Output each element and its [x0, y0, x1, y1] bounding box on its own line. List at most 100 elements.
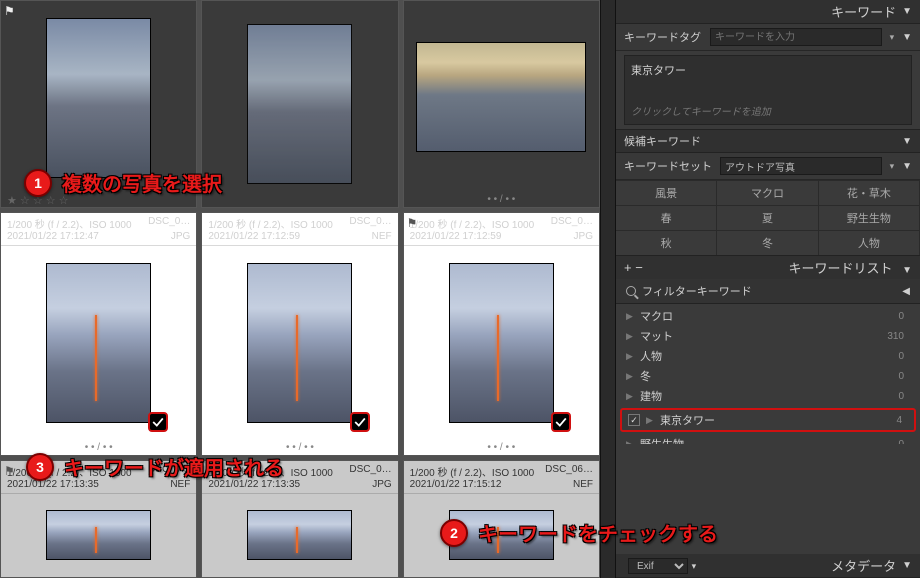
collapse-icon[interactable]: ▼ — [902, 136, 912, 147]
thumbnail-grid: ⚑ ★ ☆ ☆ ☆ ☆ • • / • • 1/200 秒 (f / 2.2)、… — [0, 0, 600, 578]
search-icon — [626, 286, 636, 296]
thumb-cell-selected[interactable]: 1/200 秒 (f / 2.2)、ISO 1000DSC_0… 2021/01… — [0, 212, 197, 455]
keyword-item[interactable]: ▶冬0 — [616, 366, 920, 386]
thumbnail-image — [247, 24, 352, 184]
keyword-item[interactable]: ▶マット310 — [616, 326, 920, 346]
scrollbar[interactable] — [600, 0, 616, 578]
keyword-filter-row[interactable]: フィルターキーワード ◀ — [616, 279, 920, 304]
keyword-name: マクロ — [640, 308, 892, 324]
exposure-text: 1/200 秒 (f / 2.2)、ISO 1000 — [208, 464, 333, 479]
keyword-item[interactable]: ▶ 建物 0 — [616, 386, 920, 406]
keywordset-cell[interactable]: 花・草木 — [819, 180, 920, 205]
expand-icon[interactable]: ▶ — [626, 331, 634, 342]
edit-badge-icon — [350, 412, 370, 432]
format-text: NEF — [372, 231, 392, 242]
thumb-cell[interactable] — [201, 0, 398, 208]
keyword-name: 野生生物 — [640, 436, 892, 444]
thumb-cell[interactable]: ⚑ ★ ☆ ☆ ☆ ☆ — [0, 0, 197, 208]
keywordset-cell[interactable]: 秋 — [616, 230, 717, 255]
filename-text: DSC_0… — [349, 464, 391, 479]
filename-text: DSC_0… — [551, 216, 593, 231]
remove-keyword-button[interactable]: − — [635, 260, 643, 275]
timestamp-text: 2021/01/22 17:12:59 — [410, 231, 502, 242]
expand-icon[interactable]: ▶ — [626, 439, 634, 445]
keywordset-cell[interactable]: マクロ — [717, 180, 818, 205]
collapse-icon[interactable]: ▼ — [902, 265, 912, 276]
keyword-count: 310 — [887, 331, 910, 342]
filter-label: フィルターキーワード — [642, 283, 752, 299]
keyword-name: 人物 — [640, 348, 892, 364]
dropdown-icon[interactable]: ▾ — [890, 161, 895, 172]
keywordset-label: キーワードセット — [624, 158, 712, 174]
expand-icon[interactable]: ▶ — [646, 415, 654, 426]
edit-badge-icon — [551, 412, 571, 432]
keyword-item[interactable]: ▶マクロ0 — [616, 306, 920, 326]
timestamp-text: 2021/01/22 17:12:59 — [208, 231, 300, 242]
thumbnail-image — [46, 263, 151, 423]
thumbnail-image — [46, 510, 151, 560]
panel-toggle-icon[interactable]: ▼ — [902, 32, 912, 43]
collapse-icon[interactable]: ◀ — [902, 286, 910, 297]
timestamp-text: 2021/01/22 17:15:12 — [410, 479, 502, 490]
format-text: NEF — [170, 479, 190, 490]
flag-icon: ⚑ — [407, 216, 418, 230]
exposure-text: 1/200 秒 (f / 2.2)、ISO 1000 — [410, 216, 535, 231]
keyword-name: 建物 — [640, 388, 892, 404]
collapse-icon[interactable]: ▼ — [902, 560, 912, 571]
nav-dots: • • / • • — [404, 440, 599, 455]
keyword-tag-input[interactable] — [710, 28, 882, 46]
panel-toggle-icon[interactable]: ▼ — [902, 161, 912, 172]
exposure-text: 1/200 秒 (f / 2.2)、ISO 1000 — [7, 216, 132, 231]
keyword-item[interactable]: ✓ ▶ 東京タワー 4 — [620, 408, 916, 432]
keyword-box[interactable]: 東京タワー クリックしてキーワードを追加 — [624, 55, 912, 125]
collapse-icon[interactable]: ▼ — [902, 6, 912, 17]
format-text: JPG — [574, 231, 593, 242]
panel-header-metadata[interactable]: Exif ▾ メタデータ ▼ — [616, 554, 920, 578]
keyword-item[interactable]: ▶人物0 — [616, 346, 920, 366]
keyword-add-placeholder[interactable]: クリックしてキーワードを追加 — [631, 103, 905, 118]
keyword-item[interactable]: ▶ 野生生物 0 — [616, 434, 920, 444]
keywordset-cell[interactable]: 風景 — [616, 180, 717, 205]
keywordset-grid: 風景 マクロ 花・草木 春 夏 野生生物 秋 冬 人物 — [616, 180, 920, 256]
thumbnail-image — [247, 510, 352, 560]
thumb-cell[interactable]: • • / • • — [403, 0, 600, 208]
expand-icon[interactable]: ▶ — [626, 311, 634, 322]
keywordset-cell[interactable]: 夏 — [717, 205, 818, 230]
keywordset-cell[interactable]: 人物 — [819, 230, 920, 255]
keyword-count: 0 — [898, 391, 910, 402]
keyword-name: 東京タワー — [660, 412, 890, 428]
dropdown-icon[interactable]: ▾ — [890, 32, 895, 43]
keywordset-cell[interactable]: 野生生物 — [819, 205, 920, 230]
panel-header-candidate[interactable]: 候補キーワード ▼ — [616, 129, 920, 153]
expand-icon[interactable]: ▶ — [626, 371, 634, 382]
thumb-cell-selected[interactable]: 1/200 秒 (f / 2.2)、ISO 1000DSC_0… 2021/01… — [201, 212, 398, 455]
keyword-tag-label: キーワードタグ — [624, 29, 702, 45]
side-panel: キーワード ▼ キーワードタグ ▾ ▼ 東京タワー クリックしてキーワードを追加… — [616, 0, 920, 578]
thumb-cell-selected[interactable]: 1/200 秒 (f / 2.2)、ISO 1000 DSC_0… 2021/01… — [403, 212, 600, 455]
nav-dots: • • / • • — [202, 440, 397, 455]
add-keyword-button[interactable]: + — [624, 260, 632, 275]
keyword-count: 0 — [898, 439, 910, 445]
keyword-count: 4 — [896, 415, 908, 426]
metadata-select[interactable]: Exif — [628, 558, 688, 574]
thumbnail-image — [416, 42, 586, 152]
keywordset-cell[interactable]: 春 — [616, 205, 717, 230]
thumb-cell[interactable]: 1/200 秒 (f / 2.2)、ISO 1000DSC_0… 2021/01… — [0, 460, 197, 578]
expand-icon[interactable]: ▶ — [626, 391, 634, 402]
keyword-tag-row: キーワードタグ ▾ ▼ — [616, 24, 920, 51]
thumbnail-image — [449, 263, 554, 423]
keywordset-cell[interactable]: 冬 — [717, 230, 818, 255]
nav-dots: • • / • • — [404, 192, 599, 207]
keyword-entered-text: 東京タワー — [631, 62, 905, 78]
thumb-cell[interactable]: 1/200 秒 (f / 2.2)、ISO 1000DSC_06… 2021/0… — [403, 460, 600, 578]
filename-text: DSC_06… — [545, 464, 593, 479]
dropdown-icon[interactable]: ▾ — [692, 561, 697, 571]
keyword-checkbox[interactable]: ✓ — [628, 414, 640, 426]
thumb-cell[interactable]: 1/200 秒 (f / 2.2)、ISO 1000DSC_0… 2021/01… — [201, 460, 398, 578]
expand-icon[interactable]: ▶ — [626, 351, 634, 362]
keywordset-select[interactable] — [720, 157, 882, 175]
flag-icon: ⚑ — [4, 464, 15, 478]
rating-stars[interactable]: ★ ☆ ☆ ☆ ☆ — [1, 194, 196, 207]
timestamp-text: 2021/01/22 17:13:35 — [7, 479, 99, 490]
panel-header-keyword[interactable]: キーワード ▼ — [616, 0, 920, 24]
